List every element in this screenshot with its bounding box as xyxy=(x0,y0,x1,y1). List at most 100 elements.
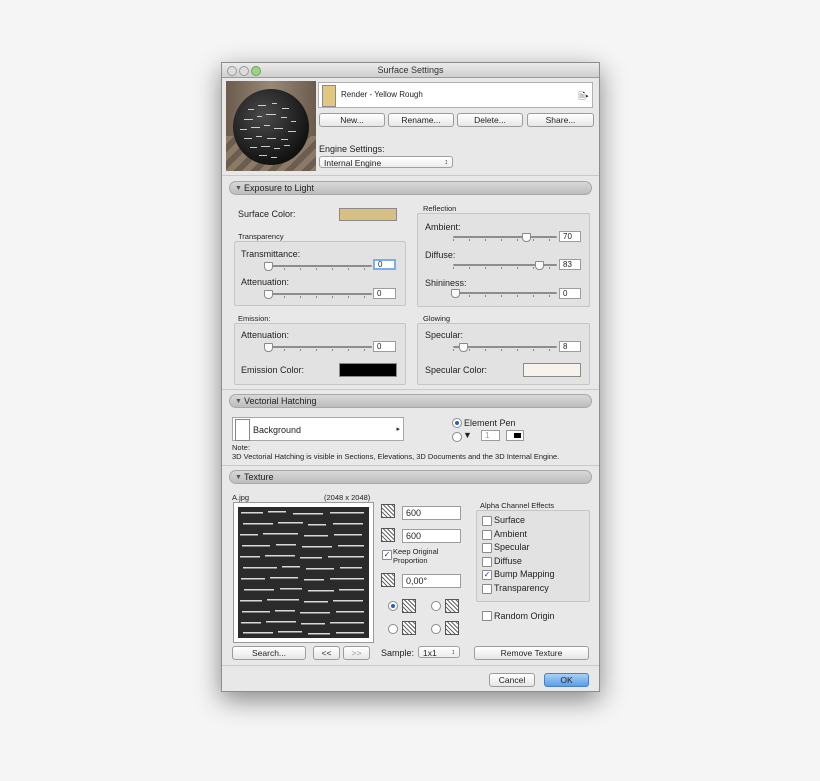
alpha-option-checkbox[interactable]: ✓ xyxy=(482,570,492,580)
alpha-option-label: Bump Mapping xyxy=(494,569,555,579)
slider-thumb[interactable] xyxy=(521,233,531,242)
window-title: Surface Settings xyxy=(377,65,444,75)
texture-origin-radio-3[interactable] xyxy=(388,624,398,634)
texture-origin-3-icon xyxy=(402,621,416,635)
texture-file-name: A.jpg xyxy=(232,493,250,502)
new-button[interactable]: New... xyxy=(319,113,385,127)
texture-file-size: (2048 x 2048) xyxy=(324,493,371,502)
slider-thumb[interactable] xyxy=(535,261,545,270)
emission-attenuation-slider[interactable] xyxy=(264,343,372,352)
diffuse-slider[interactable] xyxy=(453,261,557,270)
remove-texture-button[interactable]: Remove Texture xyxy=(474,646,589,660)
pen-color-swatch[interactable] xyxy=(506,430,524,441)
material-selector[interactable]: Render - Yellow Rough 🗎▸ xyxy=(318,82,593,108)
popup-arrow-icon: ▸ xyxy=(396,426,400,433)
ambient-field[interactable]: 70 xyxy=(559,231,581,242)
texture-origin-1-icon xyxy=(402,599,416,613)
diffuse-field[interactable]: 83 xyxy=(559,259,581,270)
pen-number-field[interactable]: 1 xyxy=(481,430,500,441)
search-texture-button[interactable]: Search... xyxy=(232,646,306,660)
rename-button[interactable]: Rename... xyxy=(388,113,454,127)
keep-proportion-label: Keep Original Proportion xyxy=(393,547,439,565)
texture-width-field[interactable]: 600 xyxy=(402,506,461,520)
element-pen-label: Element Pen xyxy=(464,418,516,428)
slider-thumb[interactable] xyxy=(264,262,273,271)
alpha-option-label: Transparency xyxy=(494,582,549,593)
emission-color-swatch[interactable] xyxy=(339,363,397,377)
surface-color-swatch[interactable] xyxy=(339,208,397,221)
texture-origin-radio-4[interactable] xyxy=(431,624,441,634)
alpha-option-checkbox[interactable] xyxy=(482,529,492,540)
fill-type-selector[interactable]: Background ▸ xyxy=(232,417,404,441)
reflection-group-label: Reflection xyxy=(423,204,457,213)
hatching-section-title: Vectorial Hatching xyxy=(244,396,317,406)
transmittance-slider[interactable] xyxy=(264,262,372,271)
random-origin-checkbox[interactable] xyxy=(482,611,492,621)
transparency-attenuation-field[interactable]: 0 xyxy=(373,288,396,299)
specular-slider[interactable] xyxy=(453,343,557,352)
fill-type-value: Background xyxy=(253,425,302,435)
disclosure-triangle-icon: ▼ xyxy=(235,185,242,192)
delete-button[interactable]: Delete... xyxy=(457,113,523,127)
cancel-button[interactable]: Cancel xyxy=(489,673,535,687)
texture-section-title: Texture xyxy=(244,472,274,482)
pen-icon: ▼ xyxy=(463,430,472,440)
material-color-swatch xyxy=(322,85,336,107)
alpha-option-checkbox[interactable] xyxy=(482,583,492,594)
specular-label: Specular: xyxy=(425,330,464,340)
updown-arrows-icon: ↕ xyxy=(451,649,456,656)
texture-origin-radio-1[interactable] xyxy=(388,601,398,611)
title-bar[interactable]: Surface Settings xyxy=(222,63,599,78)
transmittance-label: Transmittance: xyxy=(241,249,301,259)
slider-thumb[interactable] xyxy=(264,290,273,299)
engine-select[interactable]: Internal Engine ↕ xyxy=(319,156,453,168)
share-button[interactable]: Share... xyxy=(527,113,594,127)
ambient-slider[interactable] xyxy=(453,233,557,242)
updown-arrows-icon: ↕ xyxy=(444,159,449,166)
texture-origin-2-icon xyxy=(445,599,459,613)
texture-section-header[interactable]: ▼ Texture xyxy=(229,470,592,484)
texture-height-field[interactable]: 600 xyxy=(402,529,461,543)
hatching-section-header[interactable]: ▼ Vectorial Hatching xyxy=(229,394,592,408)
alpha-option-label: Specular xyxy=(494,542,530,552)
shininess-slider[interactable] xyxy=(451,289,557,298)
slider-thumb[interactable] xyxy=(451,289,461,298)
surface-settings-dialog: Surface Settings Render - Yellow Rough 🗎… xyxy=(221,62,600,692)
alpha-channel-title: Alpha Channel Effects xyxy=(480,501,555,510)
note-text: 3D Vectorial Hatching is visible in Sect… xyxy=(232,452,560,461)
specular-color-label: Specular Color: xyxy=(425,365,488,375)
shininess-field[interactable]: 0 xyxy=(559,288,581,299)
exposure-section-title: Exposure to Light xyxy=(244,183,315,193)
exposure-section-header[interactable]: ▼ Exposure to Light xyxy=(229,181,592,195)
slider-thumb[interactable] xyxy=(264,343,273,352)
texture-angle-field[interactable]: 0,00° xyxy=(402,574,461,588)
emission-attenuation-field[interactable]: 0 xyxy=(373,341,396,352)
shininess-label: Shininess: xyxy=(425,278,467,288)
alpha-option-checkbox[interactable] xyxy=(482,556,492,567)
keep-proportion-checkbox[interactable]: ✓ xyxy=(382,550,392,560)
ok-button[interactable]: OK xyxy=(544,673,589,687)
transparency-attenuation-label: Attenuation: xyxy=(241,277,290,287)
texture-angle-icon xyxy=(381,573,395,587)
custom-pen-radio[interactable] xyxy=(452,432,462,442)
material-menu-icon[interactable]: 🗎▸ xyxy=(578,89,589,105)
previous-texture-button[interactable]: << xyxy=(313,646,340,660)
diffuse-label: Diffuse: xyxy=(425,250,456,260)
ambient-label: Ambient: xyxy=(425,222,461,232)
texture-preview xyxy=(233,502,374,643)
surface-color-label: Surface Color: xyxy=(238,209,296,219)
specular-field[interactable]: 8 xyxy=(559,341,581,352)
texture-width-icon xyxy=(381,504,395,518)
alpha-option-checkbox[interactable] xyxy=(482,543,492,553)
alpha-option-checkbox[interactable] xyxy=(482,516,492,526)
fill-preview-icon xyxy=(235,419,250,441)
element-pen-radio[interactable] xyxy=(452,418,462,428)
transparency-attenuation-slider[interactable] xyxy=(264,290,372,299)
sample-select[interactable]: 1x1 ↕ xyxy=(418,646,460,658)
texture-image xyxy=(238,507,369,638)
texture-origin-radio-2[interactable] xyxy=(431,601,441,611)
transmittance-field[interactable]: 0 xyxy=(373,259,396,270)
next-texture-button[interactable]: >> xyxy=(343,646,370,660)
glowing-group-label: Glowing xyxy=(423,314,451,323)
specular-color-swatch[interactable] xyxy=(523,363,581,377)
